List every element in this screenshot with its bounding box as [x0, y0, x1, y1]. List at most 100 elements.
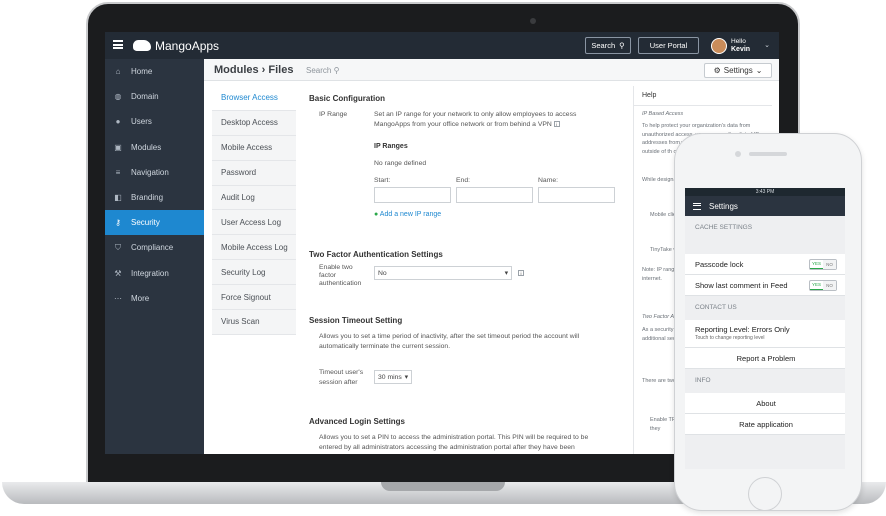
sidebar-item-label: Branding — [131, 193, 164, 203]
phone-nav-bar: Settings — [685, 196, 845, 216]
sidebar-item-more[interactable]: ⋯ More — [105, 286, 204, 311]
no-range-text: No range defined — [374, 160, 427, 167]
wrench-icon: ⚒ — [114, 268, 122, 278]
phone-home-button[interactable] — [748, 477, 782, 511]
settings-dropdown-button[interactable]: ⚙ Settings ⌄ — [704, 63, 772, 78]
user-portal-button[interactable]: User Portal — [638, 37, 699, 54]
search-icon: ⚲ — [619, 41, 625, 50]
rate-application-button[interactable]: Rate application — [685, 414, 845, 435]
sidebar-item-label: Integration — [131, 268, 169, 278]
security-settings-panel: Basic Configuration IP Range Set an IP r… — [303, 86, 625, 454]
brand-name: MangoApps — [155, 38, 220, 53]
passcode-lock-label: Passcode lock — [695, 259, 744, 269]
sidebar-item-home[interactable]: ⌂ Home — [105, 59, 204, 84]
report-problem-button[interactable]: Report a Problem — [685, 348, 845, 369]
sidebar-item-branding[interactable]: ◧ Branding — [105, 185, 204, 210]
menu-icon[interactable] — [113, 40, 123, 49]
report-problem-label: Report a Problem — [736, 353, 796, 363]
user-icon: ● — [115, 117, 121, 127]
menu-icon[interactable] — [693, 202, 701, 210]
passcode-lock-row: Passcode lock YES NO — [685, 254, 845, 275]
help-title: Help — [642, 92, 657, 99]
branding-icon: ◧ — [114, 193, 122, 203]
reporting-level-row[interactable]: Reporting Level: Errors Only Touch to cha… — [685, 320, 845, 348]
subnav-item-desktop-access[interactable]: Desktop Access — [212, 110, 296, 136]
subnav-item-force-signout[interactable]: Force Signout — [212, 285, 296, 311]
shield-icon: ⛉ — [115, 242, 121, 252]
sidebar-item-label: Users — [131, 117, 152, 127]
reporting-level-label: Reporting Level: Errors Only — [695, 325, 790, 334]
subnav-item-audit-log[interactable]: Audit Log — [212, 185, 296, 211]
show-last-comment-row: Show last comment in Feed YES NO — [685, 275, 845, 296]
add-ip-range-label: Add a new IP range — [379, 211, 442, 218]
info-icon[interactable]: i — [553, 121, 560, 127]
subnav-item-password[interactable]: Password — [212, 160, 296, 186]
add-icon: ● — [374, 211, 379, 218]
ip-range-label: IP Range — [319, 111, 348, 118]
tfa-heading: Two Factor Authentication Settings — [309, 250, 443, 259]
sidebar-item-domain[interactable]: ◍ Domain — [105, 84, 204, 109]
reporting-level-hint: Touch to change reporting level — [695, 335, 765, 341]
basic-config-heading: Basic Configuration — [309, 94, 386, 103]
sidebar-item-navigation[interactable]: ≡ Navigation — [105, 160, 204, 185]
security-subnav: Browser Access Desktop Access Mobile Acces… — [212, 86, 296, 335]
help-paragraph: IP Based Access — [642, 111, 684, 117]
sidebar-item-users[interactable]: ● Users — [105, 109, 204, 134]
page-title: Modules › Files — [214, 64, 294, 76]
home-icon: ⌂ — [115, 67, 121, 77]
ip-name-input[interactable] — [538, 187, 615, 203]
chevron-down-icon: ⌄ — [755, 66, 763, 75]
about-button[interactable]: About — [685, 393, 845, 414]
avatar — [711, 37, 727, 54]
search-button[interactable]: Search ⚲ — [585, 37, 631, 54]
tfa-label: Enable two factor authentication — [319, 264, 362, 287]
sidebar-item-integration[interactable]: ⚒ Integration — [105, 261, 204, 286]
page-header: Modules › Files Search ⚲ ⚙ Settings ⌄ — [204, 59, 779, 81]
timeout-label: Timeout user's session after — [319, 369, 364, 386]
sidebar-item-label: Security — [131, 218, 160, 228]
subnav-item-mobile-access[interactable]: Mobile Access — [212, 135, 296, 161]
sidebar-item-compliance[interactable]: ⛉ Compliance — [105, 235, 204, 260]
top-bar: MangoApps Search ⚲ User Portal Hello Kevin… — [105, 32, 779, 59]
dropdown-arrow-icon: ▾ — [504, 270, 508, 277]
sidebar-item-label: Navigation — [131, 167, 169, 177]
timeout-select[interactable]: 30 mins ▾ — [374, 370, 412, 384]
search-button-label: Search — [591, 41, 616, 50]
ip-end-input[interactable] — [456, 187, 533, 203]
passcode-lock-toggle[interactable]: YES NO — [809, 258, 837, 270]
subnav-item-security-log[interactable]: Security Log — [212, 260, 296, 286]
info-icon[interactable]: i — [518, 270, 524, 276]
laptop-notch — [381, 482, 505, 491]
modules-icon: ▣ — [114, 142, 122, 152]
subnav-item-user-access-log[interactable]: User Access Log — [212, 210, 296, 236]
mango-logo-icon — [133, 40, 151, 51]
sidebar-item-security[interactable]: ⚷ Security — [105, 210, 204, 236]
header-search[interactable]: Search ⚲ — [306, 66, 339, 75]
show-last-comment-toggle[interactable]: YES NO — [809, 279, 837, 291]
user-name: Kevin — [731, 45, 751, 53]
header-search-placeholder: Search — [306, 66, 332, 75]
user-menu[interactable]: Hello Kevin ⌄ — [711, 35, 770, 56]
subnav-item-browser-access[interactable]: Browser Access — [212, 86, 296, 111]
toggle-yes: YES — [810, 260, 823, 269]
tfa-select[interactable]: No ▾ — [374, 266, 512, 280]
brand-logo[interactable]: MangoApps — [133, 37, 219, 54]
sidebar-item-label: Modules — [131, 142, 162, 152]
ip-start-input[interactable] — [374, 187, 451, 203]
user-portal-label: User Portal — [649, 41, 688, 50]
add-ip-range-link[interactable]: ● Add a new IP range — [374, 211, 441, 218]
toggle-yes: YES — [810, 281, 823, 290]
subnav-item-virus-scan[interactable]: Virus Scan — [212, 310, 296, 335]
subnav-item-mobile-access-log[interactable]: Mobile Access Log — [212, 235, 296, 261]
ip-range-desc-text: Set an IP range for your network to only… — [374, 111, 577, 128]
sidebar-item-label: Domain — [131, 92, 159, 102]
toggle-no: NO — [823, 280, 836, 290]
toggle-no: NO — [823, 259, 836, 269]
contact-us-section: CONTACT US — [695, 304, 737, 311]
phone-device: 3:43 PM Settings CACHE SETTINGS Passcode… — [674, 133, 862, 511]
sidebar-item-modules[interactable]: ▣ Modules — [105, 135, 204, 160]
ip-range-description: Set an IP range for your network to only… — [374, 110, 596, 130]
help-divider — [634, 105, 772, 106]
settings-label: Settings — [723, 66, 753, 75]
